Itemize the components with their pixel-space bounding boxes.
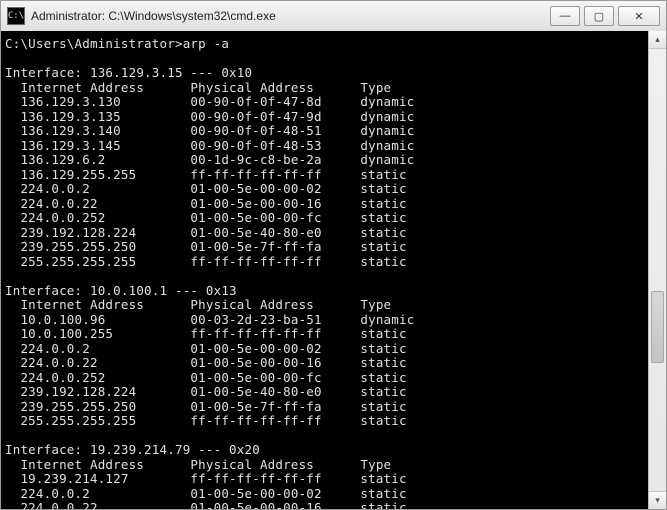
console-client-area: C:\Users\Administrator>arp -a Interface:…: [1, 31, 666, 509]
maximize-icon: ▢: [594, 10, 604, 23]
minimize-button[interactable]: —: [550, 6, 580, 26]
close-icon: ✕: [634, 10, 643, 23]
window-title: Administrator: C:\Windows\system32\cmd.e…: [31, 9, 550, 23]
scroll-thumb[interactable]: [651, 291, 664, 363]
titlebar[interactable]: C:\ Administrator: C:\Windows\system32\c…: [1, 1, 666, 32]
cmd-window: C:\ Administrator: C:\Windows\system32\c…: [0, 0, 667, 510]
minimize-icon: —: [560, 10, 571, 22]
maximize-button[interactable]: ▢: [584, 6, 614, 26]
vertical-scrollbar[interactable]: ▴ ▾: [648, 31, 666, 509]
console-output[interactable]: C:\Users\Administrator>arp -a Interface:…: [1, 31, 648, 509]
scroll-up-button[interactable]: ▴: [649, 31, 666, 49]
chevron-up-icon: ▴: [655, 34, 660, 45]
chevron-down-icon: ▾: [655, 495, 660, 506]
cmd-icon: C:\: [7, 7, 25, 25]
window-controls: — ▢ ✕: [550, 6, 660, 26]
close-button[interactable]: ✕: [618, 6, 660, 26]
scroll-down-button[interactable]: ▾: [649, 491, 666, 509]
